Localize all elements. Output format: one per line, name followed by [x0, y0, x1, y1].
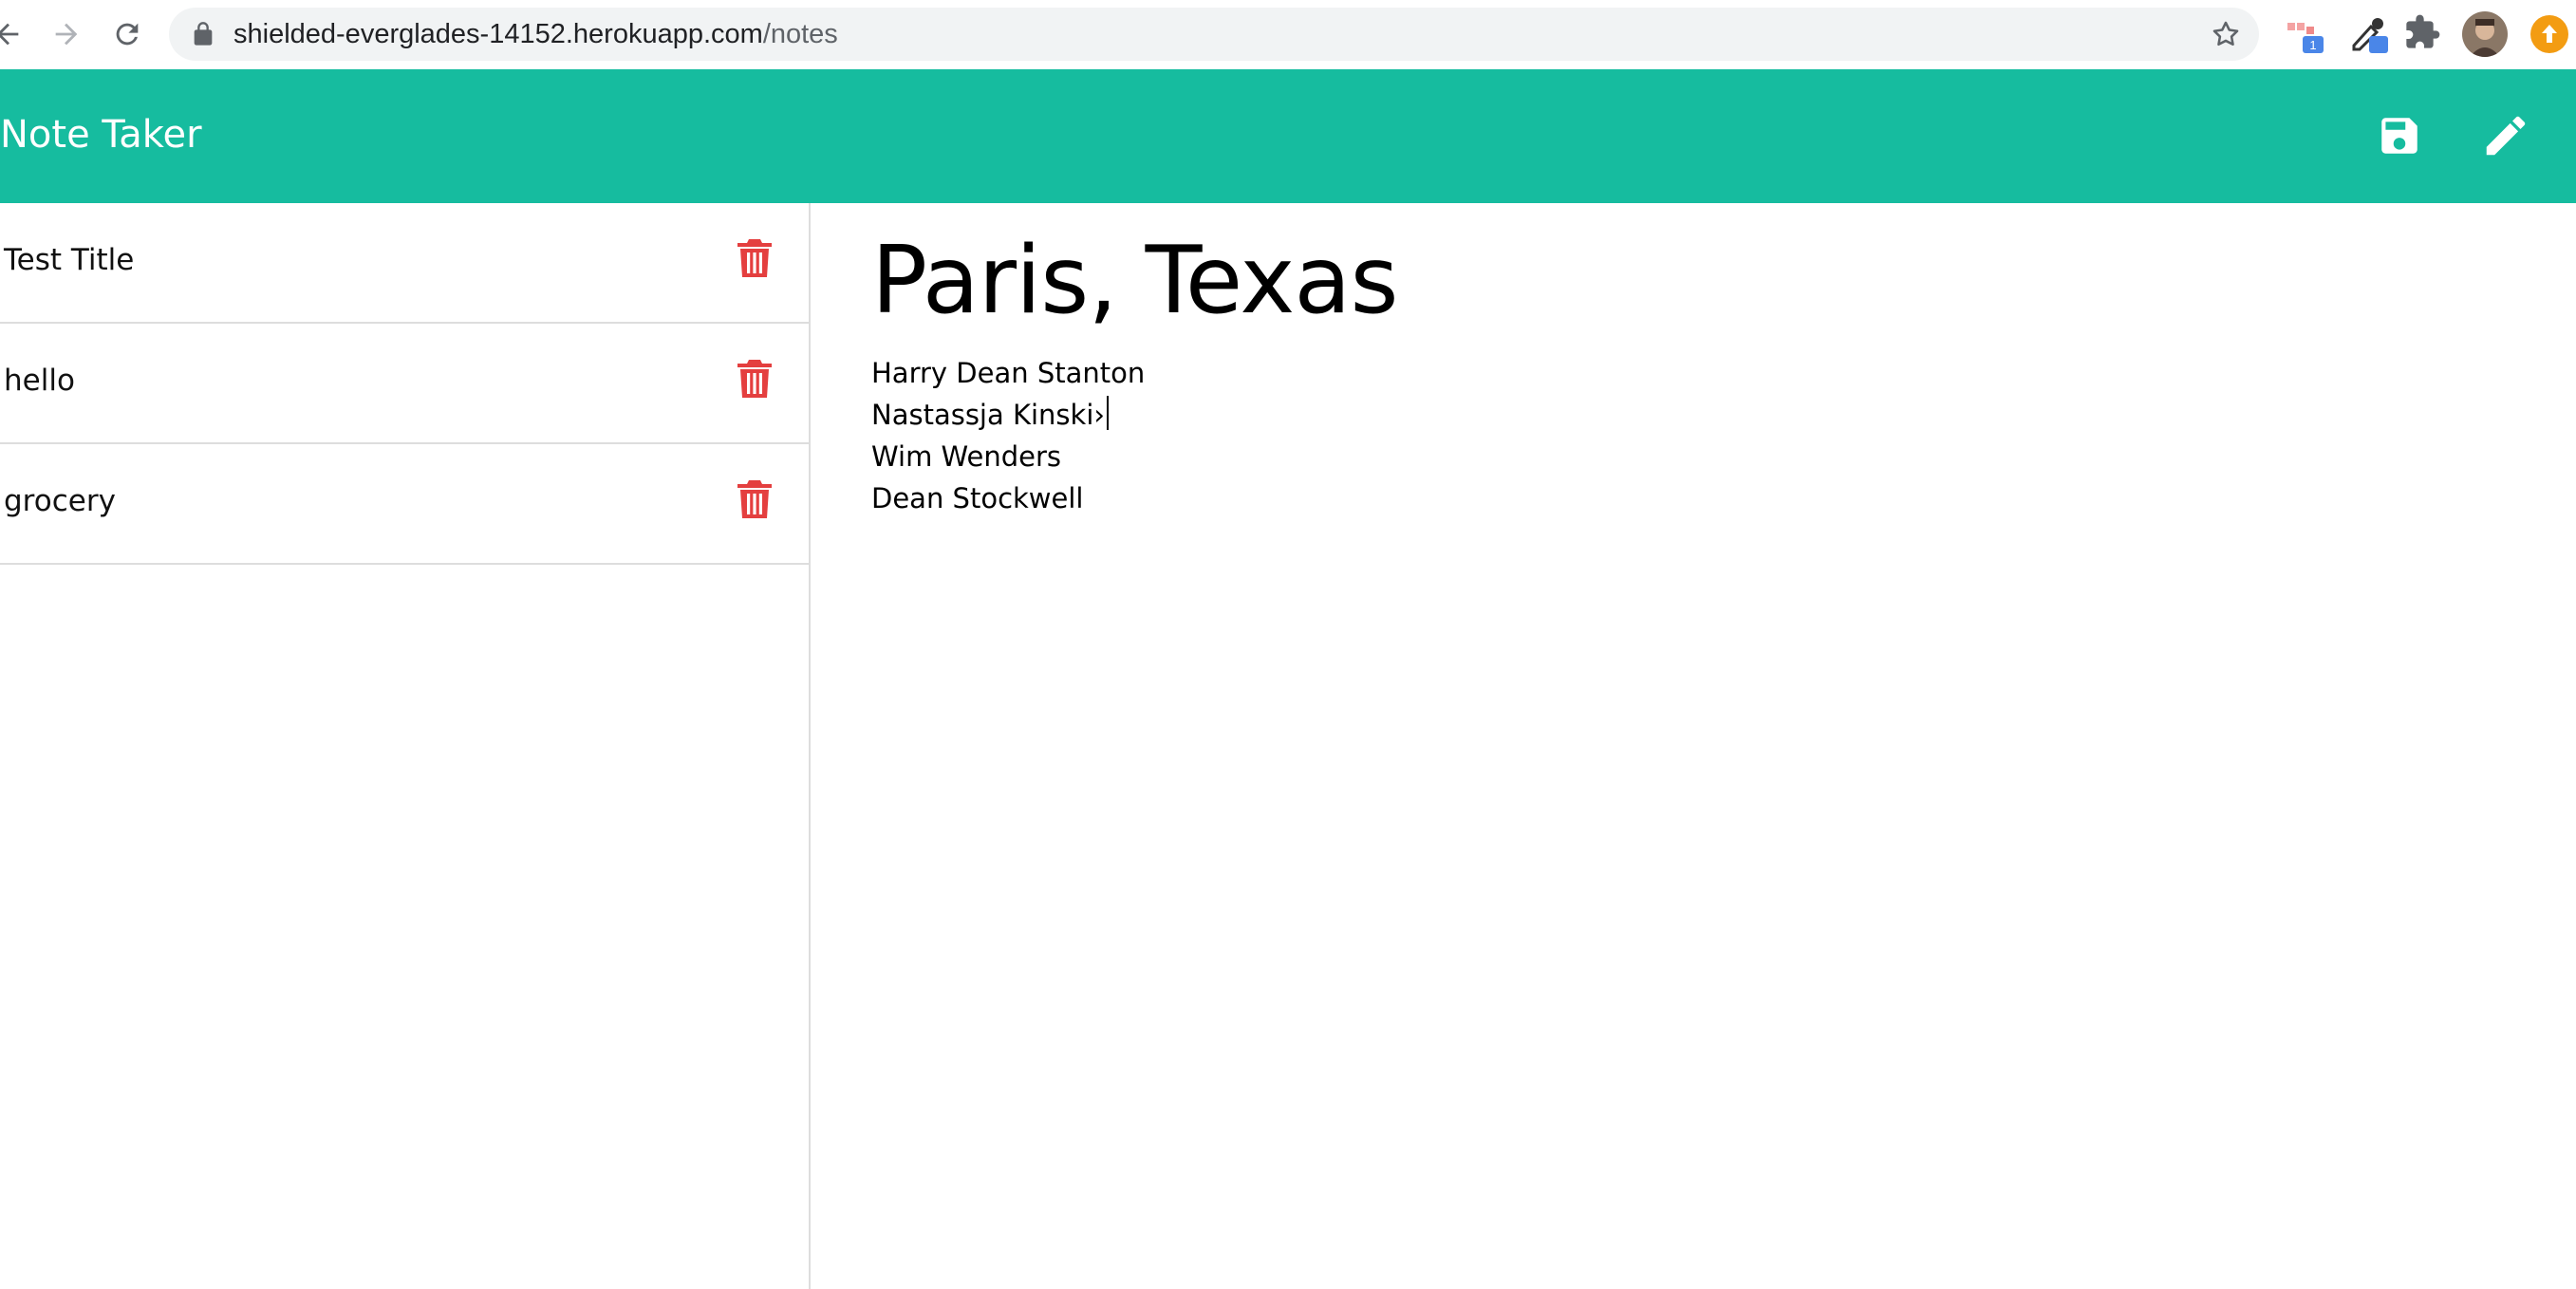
eyedropper-icon[interactable]	[2348, 13, 2390, 55]
back-arrow-icon[interactable]	[0, 13, 28, 55]
notes-list: Test Title hello grocery	[0, 203, 811, 1289]
note-title-input[interactable]: Paris, Texas	[871, 224, 1399, 338]
note-line: Harry Dean Stanton	[871, 357, 1146, 389]
save-icon	[2381, 118, 2417, 154]
note-line: Dean Stockwell	[871, 482, 1084, 514]
extension-flow-icon[interactable]: 1	[2286, 13, 2327, 55]
note-line-with-caret: Nastassja Kinski›	[871, 394, 1145, 436]
note-line: Nastassja Kinski›	[871, 399, 1105, 431]
note-title: Test Title	[4, 243, 135, 277]
url-host: shielded-everglades-14152.herokuapp.com	[233, 19, 763, 49]
trash-icon[interactable]	[736, 478, 774, 520]
save-note-button[interactable]	[2371, 107, 2428, 164]
reload-icon[interactable]	[106, 13, 148, 55]
trash-icon[interactable]	[736, 237, 774, 279]
list-item[interactable]: hello	[0, 324, 809, 444]
pencil-icon	[2486, 116, 2526, 156]
list-item[interactable]: Test Title	[0, 203, 809, 324]
note-line: Wim Wenders	[871, 440, 1062, 473]
lock-icon	[194, 22, 213, 46]
url-text: shielded-everglades-14152.herokuapp.com/…	[233, 18, 838, 50]
url-path: /notes	[762, 19, 838, 49]
update-icon[interactable]	[2530, 15, 2568, 53]
forward-arrow-icon[interactable]	[46, 13, 87, 55]
new-note-button[interactable]	[2477, 107, 2534, 164]
note-title: grocery	[4, 484, 116, 518]
address-bar[interactable]: shielded-everglades-14152.herokuapp.com/…	[169, 8, 2259, 61]
profile-avatar[interactable]	[2462, 11, 2508, 57]
bookmark-star-icon[interactable]	[2210, 18, 2242, 50]
browser-toolbar: shielded-everglades-14152.herokuapp.com/…	[0, 0, 2576, 69]
note-text-area[interactable]: Harry Dean Stanton Nastassja Kinski› Wim W…	[871, 352, 1145, 519]
note-title: hello	[4, 364, 75, 398]
extension-badge: 1	[2309, 38, 2316, 52]
brand-title[interactable]: Note Taker	[0, 111, 202, 159]
text-caret	[1107, 396, 1109, 430]
puzzle-extensions-icon[interactable]	[2403, 13, 2445, 55]
app-navbar: Note Taker	[0, 69, 2576, 203]
list-item[interactable]: grocery	[0, 444, 809, 565]
trash-icon[interactable]	[736, 358, 774, 400]
